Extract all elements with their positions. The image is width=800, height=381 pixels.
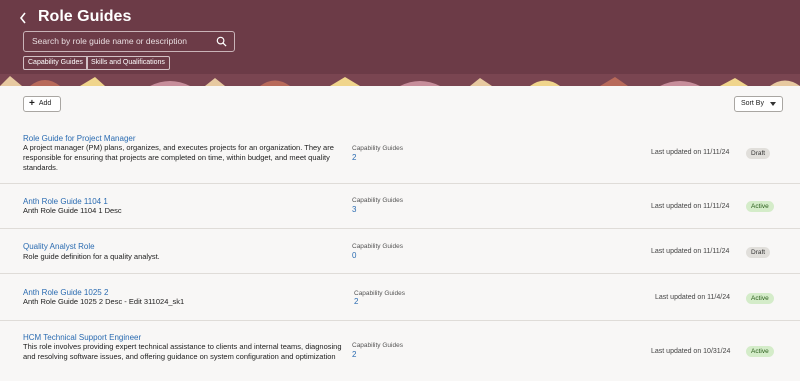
capability-guides-label: Capability Guides [352, 243, 403, 250]
last-updated: Last updated on 11/4/24 [655, 294, 730, 301]
role-guide-description: Anth Role Guide 1025 2 Desc - Edit 31102… [23, 297, 185, 306]
capability-guides-count[interactable]: 3 [352, 205, 356, 214]
role-guide-name[interactable]: Anth Role Guide 1025 2 [23, 288, 108, 297]
role-guide-description: Anth Role Guide 1104 1 Desc [23, 206, 122, 215]
role-guide-description: This role involves providing expert tech… [23, 342, 342, 361]
status-badge: Draft [746, 247, 771, 258]
search-input[interactable]: Search by role guide name or description [23, 31, 235, 52]
page-title: Role Guides [38, 8, 132, 25]
back-arrow-icon[interactable] [18, 8, 32, 28]
sort-by-button[interactable]: Sort By [734, 96, 783, 112]
row-divider [0, 228, 800, 229]
last-updated: Last updated on 10/31/24 [651, 348, 731, 355]
plus-icon: + [29, 98, 35, 109]
last-updated: Last updated on 11/11/24 [651, 203, 730, 210]
decorative-banner [0, 74, 800, 86]
row-divider [0, 183, 800, 184]
last-updated: Last updated on 11/11/24 [651, 149, 730, 156]
add-button-label: Add [38, 100, 52, 107]
role-guide-name[interactable]: HCM Technical Support Engineer [23, 333, 141, 342]
status-badge: Active [746, 293, 774, 304]
role-guide-description: A project manager (PM) plans, organizes,… [23, 143, 334, 172]
capability-guides-count[interactable]: 2 [352, 153, 356, 162]
capability-guides-count[interactable]: 2 [354, 297, 358, 306]
sort-by-label: Sort By [741, 100, 764, 107]
status-badge: Draft [746, 148, 771, 159]
role-guide-description: Role guide definition for a quality anal… [23, 252, 160, 261]
capability-guides-label: Capability Guides [352, 342, 403, 349]
row-divider [0, 273, 800, 274]
row-divider [0, 320, 800, 321]
role-guide-name[interactable]: Anth Role Guide 1104 1 [23, 197, 108, 206]
chevron-down-icon [770, 102, 776, 106]
capability-guides-label: Capability Guides [352, 197, 403, 204]
status-badge: Active [746, 346, 774, 357]
capability-guides-count[interactable]: 2 [352, 350, 356, 359]
chip-capability-guides[interactable]: Capability Guides [23, 56, 88, 70]
capability-guides-count[interactable]: 0 [352, 251, 356, 260]
capability-guides-label: Capability Guides [352, 145, 403, 152]
capability-guides-label: Capability Guides [354, 290, 405, 297]
page-header: Role Guides Search by role guide name or… [0, 0, 800, 86]
search-icon[interactable] [216, 36, 227, 47]
search-placeholder[interactable]: Search by role guide name or description [32, 32, 187, 51]
status-badge: Active [746, 201, 774, 212]
role-guide-name[interactable]: Quality Analyst Role [23, 242, 95, 251]
role-guide-name[interactable]: Role Guide for Project Manager [23, 134, 136, 143]
chip-skills-and-qualifications[interactable]: Skills and Qualifications [86, 56, 170, 70]
add-button[interactable]: + Add [23, 96, 61, 112]
last-updated: Last updated on 11/11/24 [651, 248, 730, 255]
